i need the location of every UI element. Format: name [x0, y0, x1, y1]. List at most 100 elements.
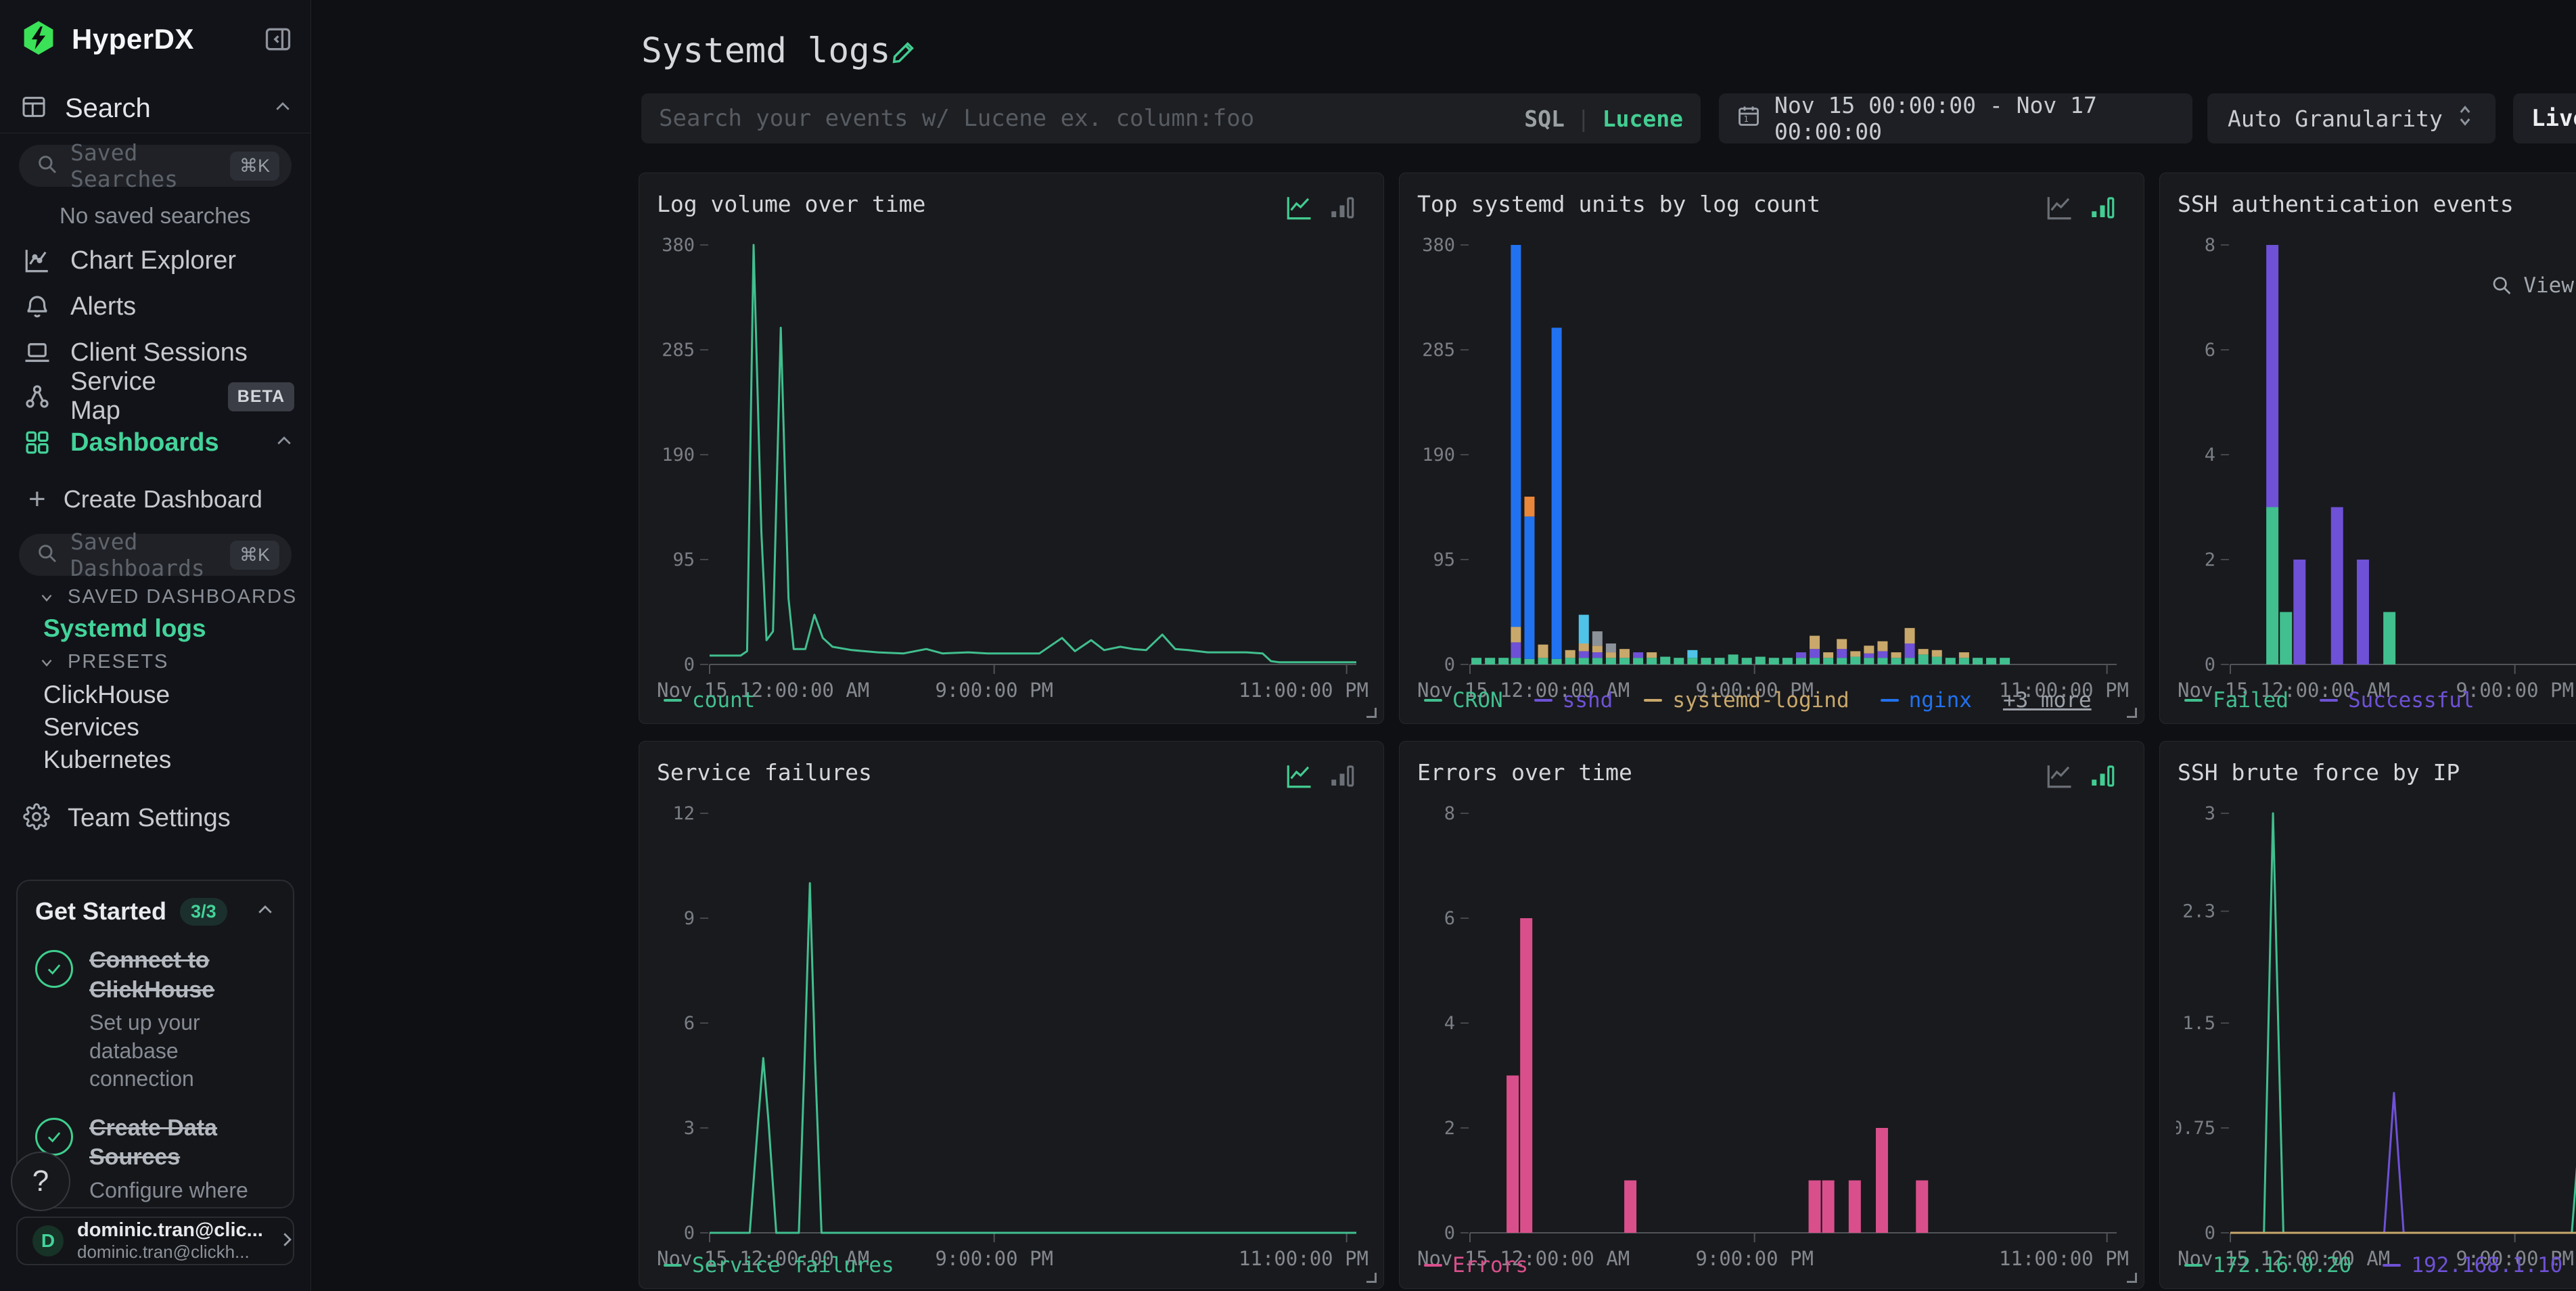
user-menu[interactable]: D dominic.tran@clic... dominic.tran@clic… — [16, 1217, 294, 1265]
chart-legend: count — [664, 688, 755, 712]
legend-item[interactable]: systemd-logind — [1644, 688, 1849, 712]
svg-text:9:00:00 PM: 9:00:00 PM — [935, 1247, 1053, 1270]
chart-legend: Failed Successful — [2184, 688, 2475, 712]
chevron-up-icon[interactable] — [255, 900, 275, 924]
legend-item[interactable]: Errors — [1424, 1253, 1528, 1277]
line-chart-icon[interactable] — [2045, 762, 2073, 790]
svg-text:11:00:00 PM: 11:00:00 PM — [1239, 1247, 1368, 1270]
chart-legend: 172.16.0.20192.168.1.1010.0.0.5 — [2184, 1253, 2576, 1277]
svg-text:380: 380 — [1422, 235, 1455, 256]
preset-item-services[interactable]: Services — [43, 713, 139, 742]
chart-explorer-icon — [23, 246, 51, 275]
chart-plot[interactable]: 129630Nov 15 12:00:00 AM9:00:00 PM11:00:… — [656, 793, 1368, 1273]
bar-chart-icon[interactable] — [1328, 194, 1356, 222]
chart-plot[interactable]: 86420Nov 15 12:00:00 AM9:00:00 PM11:00:0… — [1416, 793, 2129, 1273]
saved-dashboards-input[interactable]: Saved Dashboards ⌘K — [19, 534, 292, 576]
legend-item[interactable]: Failed — [2184, 688, 2288, 712]
saved-dashboards-header[interactable]: SAVED DASHBOARDS — [38, 586, 297, 608]
legend-item[interactable]: sshd — [1534, 688, 1613, 712]
get-started-step[interactable]: Connect to ClickHouse Set up your databa… — [35, 946, 275, 1093]
legend-item[interactable]: +3 more — [2003, 688, 2092, 712]
svg-text:0: 0 — [684, 654, 695, 675]
panel-resize-handle[interactable] — [1366, 1273, 1377, 1283]
sidebar-item-service-map[interactable]: Service Map BETA — [19, 374, 294, 419]
chart-title: Log volume over time — [657, 191, 925, 217]
panel-top-systemd-units: Top systemd units by log count3802851909… — [1399, 173, 2144, 724]
step-desc: Configure where your data comes from — [89, 1177, 275, 1208]
presets-header[interactable]: PRESETS — [38, 651, 168, 673]
saved-searches-placeholder: Saved Searches — [70, 139, 230, 192]
search-section-icon — [20, 93, 47, 124]
sidebar-section-search[interactable]: Search — [20, 89, 293, 127]
granularity-select[interactable]: Auto Granularity — [2207, 93, 2496, 143]
shortcut-badge: ⌘K — [230, 152, 279, 181]
preset-item-clickhouse[interactable]: ClickHouse — [43, 681, 170, 709]
chart-plot[interactable]: 380285190950Nov 15 12:00:00 AM9:00:00 PM… — [1416, 225, 2129, 705]
lucene-toggle[interactable]: Lucene — [1603, 106, 1683, 132]
line-chart-icon[interactable] — [1285, 762, 1313, 790]
help-button[interactable]: ? — [11, 1152, 70, 1211]
live-button[interactable]: Live — [2513, 93, 2576, 143]
shortcut-badge: ⌘K — [230, 541, 279, 570]
legend-item[interactable]: nginx — [1881, 688, 1972, 712]
saved-searches-input[interactable]: Saved Searches ⌘K — [19, 145, 292, 187]
preset-item-kubernetes[interactable]: Kubernetes — [43, 746, 171, 774]
dashboard-item-systemd-logs[interactable]: Systemd logs — [43, 614, 206, 643]
svg-text:380: 380 — [662, 235, 695, 256]
legend-item[interactable]: 172.16.0.20 — [2184, 1253, 2351, 1277]
sidebar-collapse-icon[interactable] — [263, 24, 293, 54]
brand-name: HyperDX — [72, 23, 194, 55]
brand: HyperDX — [20, 19, 194, 60]
sidebar: HyperDX Search Saved Searches ⌘K No save… — [0, 0, 311, 1291]
legend-item[interactable]: count — [664, 688, 755, 712]
chart-title: Service failures — [657, 759, 872, 786]
sidebar-item-dashboards[interactable]: Dashboards — [19, 420, 294, 465]
legend-item[interactable]: Service failures — [664, 1253, 894, 1277]
sql-toggle[interactable]: SQL — [1524, 106, 1565, 132]
search-placeholder: Search your events w/ Lucene ex. column:… — [659, 105, 1254, 132]
bar-chart-icon[interactable] — [2088, 762, 2117, 790]
create-dashboard-button[interactable]: + Create Dashboard — [28, 479, 262, 520]
search-icon — [37, 543, 58, 568]
granularity-value: Auto Granularity — [2228, 106, 2443, 132]
svg-text:0: 0 — [2205, 1223, 2215, 1244]
legend-item[interactable]: 192.168.1.10 — [2383, 1253, 2562, 1277]
panel-log-volume: Log volume over time 380285190950Nov 15 1… — [639, 173, 1384, 724]
bar-chart-icon[interactable] — [1328, 762, 1356, 790]
line-chart-icon[interactable] — [1285, 194, 1313, 222]
user-name: dominic.tran@clic... — [77, 1219, 263, 1242]
chart-plot[interactable]: 32.31.50.750Nov 15 12:00:00 AM9:00:00 PM… — [2176, 793, 2576, 1273]
panel-service-failures: Service failures129630Nov 15 12:00:00 AM… — [639, 741, 1384, 1289]
gear-icon — [23, 803, 50, 834]
chevron-down-icon — [38, 589, 55, 606]
sidebar-item-label: Service Map — [70, 367, 209, 426]
legend-item[interactable]: CRON — [1424, 688, 1503, 712]
team-settings-item[interactable]: Team Settings — [23, 797, 231, 839]
date-range-picker[interactable]: 1 Nov 15 00:00:00 - Nov 17 00:00:00 — [1719, 93, 2192, 143]
panel-resize-handle[interactable] — [2127, 1273, 2137, 1283]
svg-text:95: 95 — [1433, 549, 1455, 570]
sidebar-item-chart-explorer[interactable]: Chart Explorer — [19, 238, 294, 283]
line-chart-icon[interactable] — [2045, 194, 2073, 222]
chevron-right-icon — [277, 1229, 297, 1253]
edit-title-pencil-icon[interactable] — [888, 37, 919, 68]
chevron-up-icon — [274, 431, 294, 455]
chart-legend: Service failures — [664, 1253, 894, 1277]
svg-text:8: 8 — [2205, 235, 2215, 256]
svg-text:3: 3 — [2205, 803, 2215, 824]
panel-resize-handle[interactable] — [1366, 708, 1377, 718]
date-range-value: Nov 15 00:00:00 - Nov 17 00:00:00 — [1774, 92, 2175, 145]
chart-plot[interactable]: 380285190950Nov 15 12:00:00 AM9:00:00 PM… — [656, 225, 1368, 705]
panel-resize-handle[interactable] — [2127, 708, 2137, 718]
legend-item[interactable]: Successful — [2320, 688, 2475, 712]
user-email: dominic.tran@clickh... — [77, 1242, 263, 1263]
chart-legend: CRON sshd systemd-logind nginx +3 more — [1424, 688, 2092, 712]
event-search-input[interactable]: Search your events w/ Lucene ex. column:… — [641, 93, 1701, 143]
sidebar-item-alerts[interactable]: Alerts — [19, 284, 294, 329]
svg-text:0: 0 — [1444, 1223, 1455, 1244]
bar-chart-icon[interactable] — [2088, 194, 2117, 222]
view-events-button[interactable]: View Events — [2491, 273, 2576, 298]
get-started-step[interactable]: Create Data Sources Configure where your… — [35, 1114, 275, 1208]
svg-text:0.75: 0.75 — [2176, 1118, 2215, 1139]
sidebar-item-label: Client Sessions — [70, 338, 248, 367]
